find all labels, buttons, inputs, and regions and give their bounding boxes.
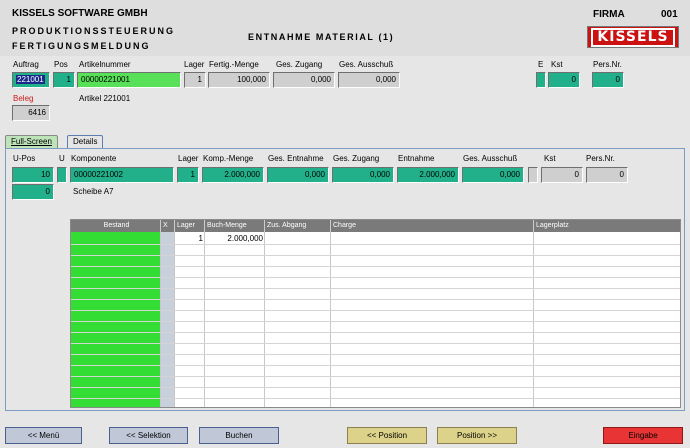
buchen-button[interactable]: Buchen [199, 427, 279, 444]
grid-row-line [71, 387, 680, 388]
upos-label: U-Pos [13, 154, 36, 163]
grid-row-line [71, 310, 680, 311]
comp-kst-label: Kst [544, 154, 556, 163]
e-field[interactable] [536, 72, 546, 88]
comp-lager-label: Lager [178, 154, 199, 163]
col-lager[interactable]: Lager [175, 220, 205, 232]
auftrag-field[interactable]: 221001 [12, 72, 50, 88]
menu-button[interactable]: << Menü [5, 427, 82, 444]
company-name: KISSELS SOFTWARE GMBH [12, 8, 148, 19]
tab-details-label: Details [73, 137, 98, 146]
artikel-description: Artikel 221001 [79, 94, 131, 103]
fertig-menge-label: Fertig.-Menge [209, 60, 259, 69]
tab-full-screen[interactable]: Full-Screen [5, 135, 58, 148]
kst-field[interactable]: 0 [548, 72, 580, 88]
entnahme-field[interactable]: 2.000,000 [397, 167, 459, 183]
position-next-button[interactable]: Position >> [437, 427, 517, 444]
pos-field[interactable]: 1 [53, 72, 75, 88]
eingabe-button[interactable]: Eingabe [603, 427, 683, 444]
col-charge[interactable]: Charge [331, 220, 534, 232]
ges-entnahme-field[interactable]: 0,000 [267, 167, 329, 183]
screen-title: ENTNAHME MATERIAL (1) [248, 32, 395, 42]
comp-flag-field [528, 167, 538, 183]
tab-full-screen-label: Full-Screen [11, 137, 52, 146]
ges-ausschuss-field: 0,000 [338, 72, 400, 88]
zus-abgang-column [265, 232, 331, 407]
grid-row-line [71, 398, 680, 399]
comp-persnr-field: 0 [586, 167, 628, 183]
stock-grid[interactable]: Bestand X Lager Buch-Menge Zus. Abgang C… [70, 219, 681, 408]
u-label: U [59, 154, 65, 163]
lager-field: 1 [184, 72, 206, 88]
grid-header: Bestand X Lager Buch-Menge Zus. Abgang C… [71, 220, 680, 232]
fertig-menge-field: 100,000 [208, 72, 270, 88]
upos-field[interactable]: 10 [12, 167, 54, 183]
comp-lager-field[interactable]: 1 [177, 167, 199, 183]
komp-menge-label: Komp.-Menge [203, 154, 254, 163]
ges-zugang-field: 0,000 [273, 72, 335, 88]
grid-row-line [71, 321, 680, 322]
grid-row-line [71, 288, 680, 289]
row-1-lager[interactable]: 1 [175, 233, 203, 244]
persnr-label: Pers.Nr. [593, 60, 622, 69]
comp-kst-field: 0 [541, 167, 583, 183]
grid-row-line [71, 266, 680, 267]
comp-ges-zugang-label: Ges. Zugang [333, 154, 380, 163]
komp-menge-field[interactable]: 2.000,000 [202, 167, 264, 183]
comp-ges-zugang-field[interactable]: 0,000 [332, 167, 394, 183]
lager-column [175, 232, 205, 407]
kissels-logo: KISSELS [587, 26, 679, 48]
ges-entnahme-label: Ges. Entnahme [268, 154, 324, 163]
grid-row-line [71, 277, 680, 278]
charge-column [331, 232, 534, 407]
komponente-field[interactable]: 00000221002 [70, 167, 174, 183]
beleg-field: 6416 [12, 105, 50, 121]
lager-label: Lager [184, 60, 205, 69]
tab-details[interactable]: Details [67, 135, 104, 148]
pos-label: Pos [54, 60, 68, 69]
grid-row-line [71, 365, 680, 366]
buch-menge-column [205, 232, 265, 407]
ges-zugang-label: Ges. Zugang [276, 60, 323, 69]
logo-text: KISSELS [591, 27, 675, 47]
grid-row-line [71, 332, 680, 333]
sub-module-title: FERTIGUNGSMELDUNG [12, 41, 151, 51]
x-column [161, 232, 175, 407]
firma-label: FIRMA [593, 9, 625, 20]
grid-row-line [71, 354, 680, 355]
entnahme-label: Entnahme [398, 154, 435, 163]
komponente-label: Komponente [71, 154, 117, 163]
auftrag-label: Auftrag [13, 60, 39, 69]
module-title: PRODUKTIONSSTEUERUNG [12, 26, 176, 36]
beleg-label: Beleg [13, 94, 34, 103]
grid-row-line [71, 343, 680, 344]
e-label: E [538, 60, 544, 69]
ges-ausschuss-label: Ges. Ausschuß [339, 60, 394, 69]
col-zus-abgang[interactable]: Zus. Abgang [265, 220, 331, 232]
position-prev-button[interactable]: << Position [347, 427, 427, 444]
grid-row-line [71, 376, 680, 377]
component-description: Scheibe A7 [73, 187, 114, 196]
upos-sub-field[interactable]: 0 [12, 184, 54, 200]
col-buch-menge[interactable]: Buch-Menge [205, 220, 265, 232]
comp-ges-ausschuss-field[interactable]: 0,000 [462, 167, 524, 183]
firma-value: 001 [661, 9, 678, 20]
kst-label: Kst [551, 60, 563, 69]
comp-ges-ausschuss-label: Ges. Ausschuß [463, 154, 518, 163]
persnr-field[interactable]: 0 [592, 72, 624, 88]
col-lagerplatz[interactable]: Lagerplatz [534, 220, 680, 232]
selektion-button[interactable]: << Selektion [109, 427, 188, 444]
col-bestand[interactable]: Bestand [71, 220, 161, 232]
artikelnummer-field[interactable]: 00000221001 [77, 72, 181, 88]
u-field[interactable] [57, 167, 67, 183]
auftrag-value: 221001 [16, 75, 45, 84]
grid-row-line [71, 244, 680, 245]
grid-row-line [71, 255, 680, 256]
comp-persnr-label: Pers.Nr. [586, 154, 615, 163]
row-1-buch-menge[interactable]: 2.000,000 [205, 233, 263, 244]
grid-row-line [71, 299, 680, 300]
artikelnummer-label: Artikelnummer [79, 60, 131, 69]
col-x[interactable]: X [161, 220, 175, 232]
bestand-column [71, 232, 161, 407]
